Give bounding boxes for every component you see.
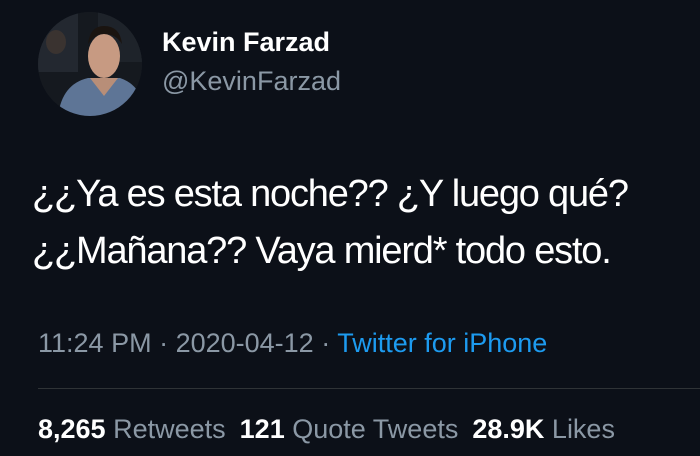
tweet-text-line: ¿¿Mañana?? Vaya mierd* todo esto. xyxy=(32,230,612,272)
tweet-card: Kevin Farzad @KevinFarzad ¿¿Ya es esta n… xyxy=(0,0,700,456)
quote-tweets-count: 121 xyxy=(239,414,285,444)
author-handle[interactable]: @KevinFarzad xyxy=(162,66,341,97)
tweet-source-link[interactable]: Twitter for iPhone xyxy=(337,328,547,358)
tweet-text: ¿¿Ya es esta noche?? ¿Y luego qué? ¿¿Mañ… xyxy=(32,166,692,280)
tweet-date[interactable]: 2020-04-12 xyxy=(176,328,314,358)
meta-separator: · xyxy=(313,328,338,358)
tweet-meta: 11:24 PM · 2020-04-12 · Twitter for iPho… xyxy=(38,328,547,359)
retweets-label: Retweets xyxy=(113,414,226,444)
avatar-photo xyxy=(38,12,142,116)
avatar[interactable] xyxy=(38,12,142,116)
divider xyxy=(38,388,700,389)
likes-label: Likes xyxy=(551,414,615,444)
retweets-stat[interactable]: 8,265 Retweets xyxy=(38,414,226,444)
tweet-text-line: ¿¿Ya es esta noche?? ¿Y luego qué? xyxy=(32,173,629,215)
tweet-time[interactable]: 11:24 PM xyxy=(38,328,152,358)
quote-tweets-stat[interactable]: 121 Quote Tweets xyxy=(240,414,459,444)
meta-separator: · xyxy=(151,328,176,358)
likes-stat[interactable]: 28.9K Likes xyxy=(472,414,615,444)
author-display-name[interactable]: Kevin Farzad xyxy=(162,27,330,58)
engagement-stats: 8,265 Retweets 121 Quote Tweets 28.9K Like… xyxy=(38,414,615,445)
likes-count: 28.9K xyxy=(472,414,545,444)
retweets-count: 8,265 xyxy=(38,414,106,444)
quote-tweets-label: Quote Tweets xyxy=(292,414,459,444)
